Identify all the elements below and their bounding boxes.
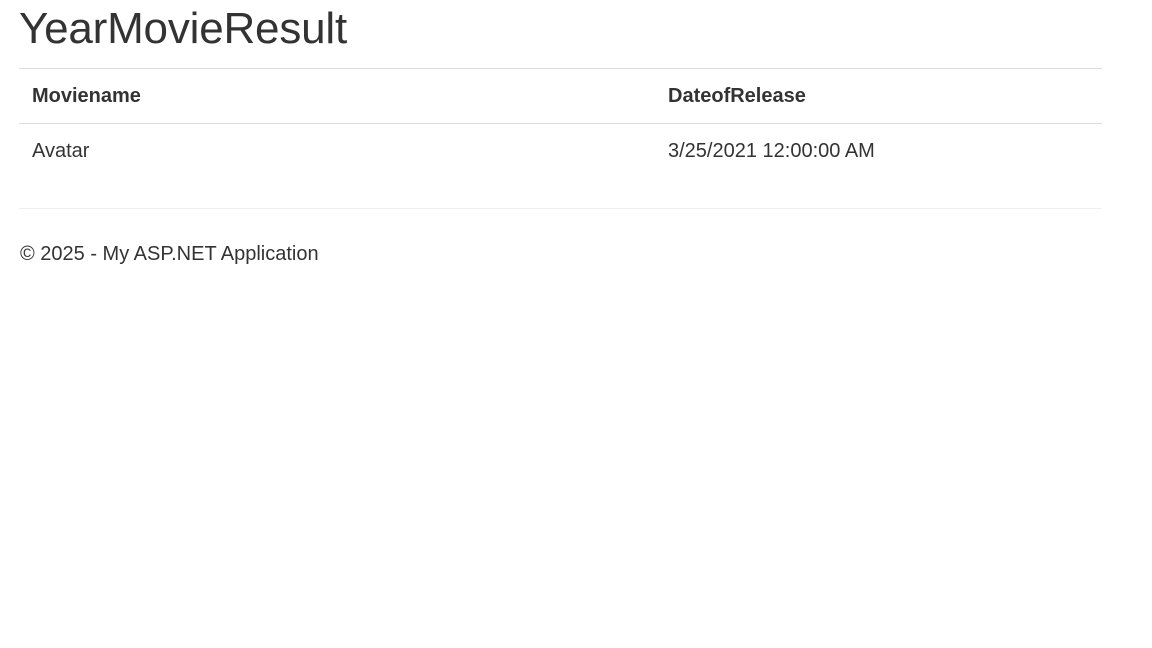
table-row: Avatar 3/25/2021 12:00:00 AM <box>19 124 1102 179</box>
page-container: YearMovieResult Moviename DateofRelease … <box>19 0 1102 266</box>
page-title: YearMovieResult <box>19 4 347 53</box>
table-header-row: Moviename DateofRelease <box>19 69 1102 124</box>
column-header-dateofrelease: DateofRelease <box>655 69 1102 124</box>
footer: © 2025 - My ASP.NET Application <box>19 209 1102 266</box>
results-table: Moviename DateofRelease Avatar 3/25/2021… <box>19 69 1102 178</box>
column-header-moviename: Moviename <box>19 69 655 124</box>
footer-copyright: © 2025 - My ASP.NET Application <box>20 243 319 265</box>
cell-moviename: Avatar <box>32 139 90 162</box>
cell-dateofrelease: 3/25/2021 12:00:00 AM <box>668 139 875 162</box>
